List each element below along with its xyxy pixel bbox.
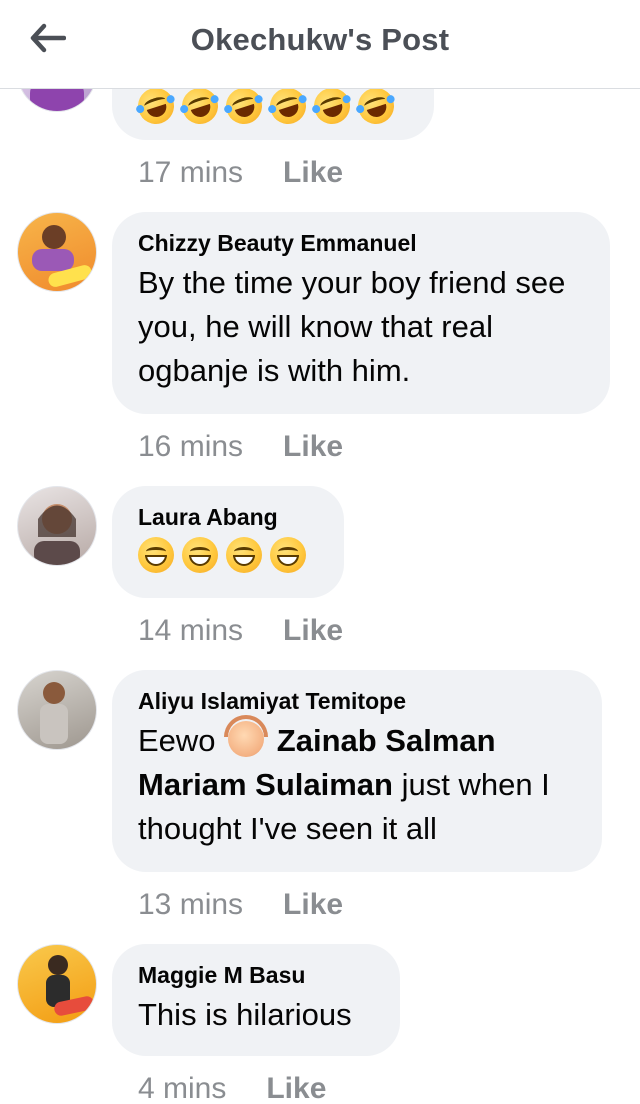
rolling-laughing-emoji-icon xyxy=(221,83,267,129)
avatar-image xyxy=(34,504,80,565)
grinning-squint-emoji-icon xyxy=(226,537,262,573)
comment-bubble[interactable]: Aliyu Islamiyat Temitope Eewo Zainab Sal… xyxy=(112,670,602,872)
avatar[interactable] xyxy=(17,212,97,292)
rolling-laughing-emoji-icon xyxy=(353,83,399,129)
avatar[interactable] xyxy=(17,486,97,566)
comment-time[interactable]: 13 mins xyxy=(138,888,243,922)
comment-bubble[interactable]: Maggie M Basu This is hilarious xyxy=(112,944,400,1056)
comment-text: This is hilarious xyxy=(138,997,352,1032)
comment-author[interactable]: Laura Abang xyxy=(138,504,318,531)
comments-feed[interactable]: 17 mins Like Chizzy Beauty Emmanuel By t… xyxy=(0,0,640,1104)
comment-bubble[interactable]: Chizzy Beauty Emmanuel By the time your … xyxy=(112,212,610,414)
mention-link[interactable]: Zainab Salman xyxy=(277,723,496,758)
like-button[interactable]: Like xyxy=(283,614,343,648)
rolling-laughing-emoji-icon xyxy=(177,83,223,129)
comment-bubble[interactable]: Laura Abang xyxy=(112,486,344,598)
grinning-squint-emoji-icon xyxy=(270,537,306,573)
comment-time[interactable]: 17 mins xyxy=(138,156,243,190)
mention-link[interactable]: Mariam Sulaiman xyxy=(138,767,393,802)
like-button[interactable]: Like xyxy=(283,430,343,464)
grinning-squint-emoji-icon xyxy=(138,537,174,573)
rolling-laughing-emoji-icon xyxy=(133,83,179,129)
comment-meta: 14 mins Like xyxy=(138,614,343,648)
avatar-image xyxy=(32,225,92,287)
comment-author[interactable]: Aliyu Islamiyat Temitope xyxy=(138,688,576,715)
comment-text: Eewo Zainab Salman Mariam Sulaiman just … xyxy=(138,715,588,851)
comment-time[interactable]: 14 mins xyxy=(138,614,243,648)
like-button[interactable]: Like xyxy=(283,156,343,190)
like-button[interactable]: Like xyxy=(266,1072,326,1104)
comment-meta: 16 mins Like xyxy=(138,430,343,464)
avatar[interactable] xyxy=(17,670,97,750)
avatar[interactable] xyxy=(17,944,97,1024)
woman-gesturing-ok-emoji-icon xyxy=(224,715,269,757)
page-title: Okechukw's Post xyxy=(190,22,450,57)
comment-author[interactable]: Maggie M Basu xyxy=(138,962,374,989)
comment-meta: 17 mins Like xyxy=(138,156,343,190)
comment-text: By the time your boy friend see you, he … xyxy=(138,265,566,388)
comment-time[interactable]: 4 mins xyxy=(138,1072,226,1104)
avatar-image xyxy=(40,682,68,744)
grinning-squint-emoji-icon xyxy=(182,537,218,573)
comment-time[interactable]: 16 mins xyxy=(138,430,243,464)
comment-meta: 4 mins Like xyxy=(138,1072,326,1104)
comment-meta: 13 mins Like xyxy=(138,888,343,922)
rolling-laughing-emoji-icon xyxy=(265,83,311,129)
comment-text-prefix: Eewo xyxy=(138,723,216,758)
emoji-row xyxy=(133,83,408,129)
like-button[interactable]: Like xyxy=(283,888,343,922)
avatar-image xyxy=(46,955,94,1016)
emoji-row xyxy=(138,537,318,573)
rolling-laughing-emoji-icon xyxy=(309,83,355,129)
top-app-bar: Okechukw's Post xyxy=(0,0,640,89)
comment-author[interactable]: Chizzy Beauty Emmanuel xyxy=(138,230,584,257)
